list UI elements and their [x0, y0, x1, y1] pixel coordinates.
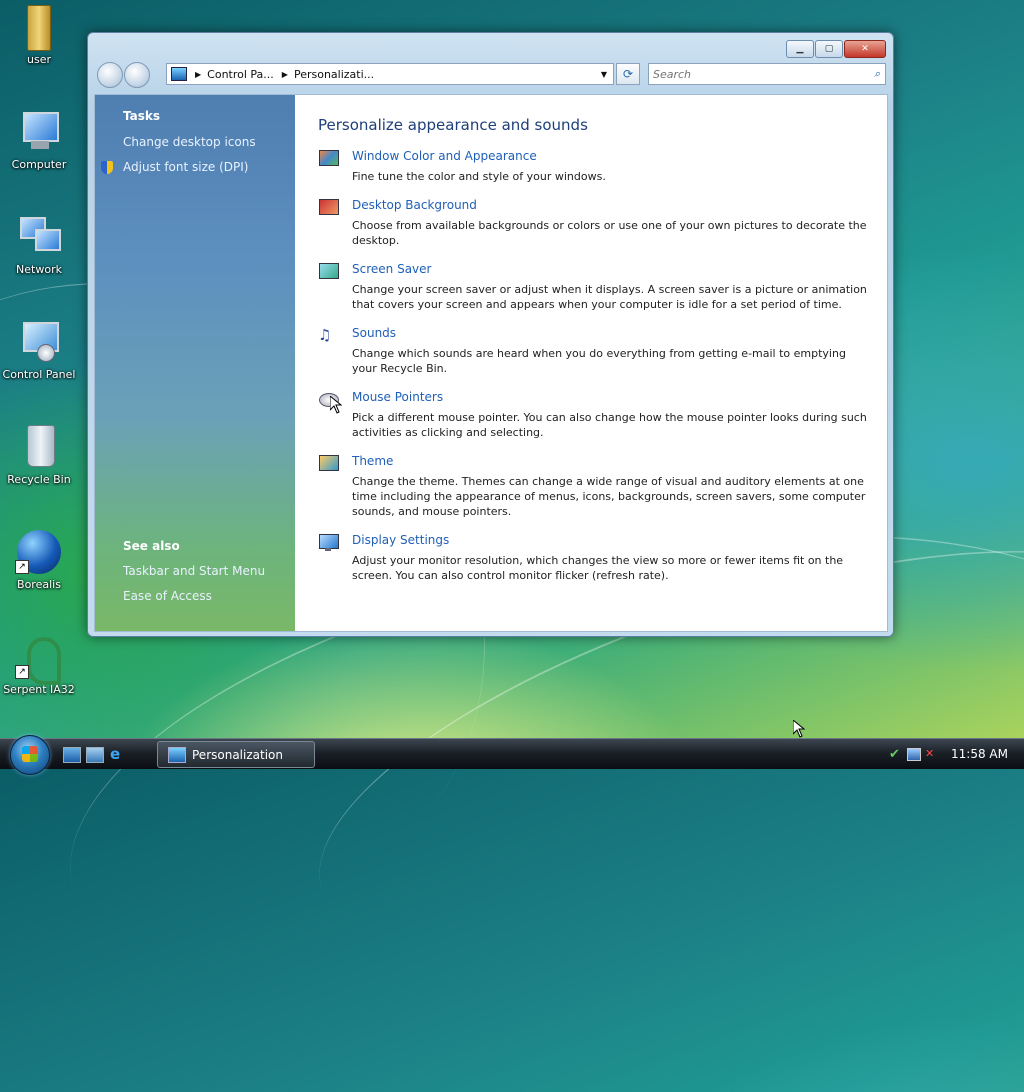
desktop-background-link[interactable]: Desktop Background: [352, 198, 477, 212]
clock[interactable]: 11:58 AM: [951, 747, 1008, 761]
personalization-window: ▁ ▢ ✕ ▶ Control Pa... ▶ Personalizati...…: [87, 32, 894, 637]
task-description: Change the theme. Themes can change a wi…: [352, 475, 866, 518]
desktop-icon-label: Borealis: [17, 578, 61, 591]
caption-buttons: ▁ ▢ ✕: [786, 40, 886, 58]
see-also-heading: See also: [123, 539, 180, 553]
internet-explorer-icon[interactable]: e: [110, 747, 126, 762]
close-button[interactable]: ✕: [844, 40, 886, 58]
screen-saver-icon: [318, 262, 340, 282]
minimize-button[interactable]: ▁: [786, 40, 814, 58]
screen-saver-link[interactable]: Screen Saver: [352, 262, 431, 276]
window-color-icon: [318, 149, 340, 169]
start-button[interactable]: [10, 735, 50, 775]
task-description: Change your screen saver or adjust when …: [352, 283, 867, 311]
task-description: Fine tune the color and style of your wi…: [352, 170, 606, 183]
task-description: Adjust your monitor resolution, which ch…: [352, 554, 844, 582]
mouse-cursor-icon: [793, 720, 805, 738]
desktop-background-icon: [318, 198, 340, 218]
search-box[interactable]: ⌕: [648, 63, 886, 85]
taskbar-button-personalization[interactable]: Personalization: [157, 741, 315, 768]
recycle-bin-icon: [17, 425, 61, 469]
breadcrumb-arrow-icon[interactable]: ▶: [195, 70, 201, 79]
page-title: Personalize appearance and sounds: [318, 116, 588, 134]
theme-icon: [318, 454, 340, 474]
breadcrumb-arrow-icon[interactable]: ▶: [282, 70, 288, 79]
switch-windows-icon[interactable]: [86, 747, 104, 763]
desktop-icon-label: Serpent IA32: [3, 683, 75, 696]
task-description: Pick a different mouse pointer. You can …: [352, 411, 867, 439]
network-icon: [17, 215, 61, 259]
change-desktop-icons-link[interactable]: Change desktop icons: [123, 135, 256, 149]
uac-shield-icon: [101, 161, 113, 174]
tasks-heading: Tasks: [123, 109, 161, 123]
refresh-button[interactable]: ⟳: [616, 63, 640, 85]
search-input[interactable]: [649, 66, 855, 82]
breadcrumb-personalization[interactable]: Personalizati...: [294, 68, 374, 81]
desktop-icon-user[interactable]: user: [0, 5, 78, 66]
chevron-down-icon[interactable]: ▼: [595, 70, 613, 79]
taskbar: e Personalization ✔ ✕ 11:58 AM: [0, 735, 1024, 775]
control-panel-icon: [17, 320, 61, 364]
desktop-icon-label: user: [27, 53, 51, 66]
adjust-font-size-label: Adjust font size (DPI): [123, 160, 249, 174]
theme-link[interactable]: Theme: [352, 454, 393, 468]
serpent-shortcut-icon: ↗: [15, 635, 61, 685]
maximize-button[interactable]: ▢: [815, 40, 843, 58]
show-desktop-icon[interactable]: [63, 747, 81, 763]
mouse-cursor-icon: [330, 396, 342, 414]
desktop-icon-borealis[interactable]: ↗ Borealis: [0, 530, 78, 591]
content-area: Tasks Change desktop icons Adjust font s…: [94, 94, 888, 632]
computer-icon: [17, 110, 61, 154]
volume-muted-icon[interactable]: ✕: [925, 747, 939, 761]
sounds-link[interactable]: Sounds: [352, 326, 396, 340]
desktop-icon-serpent[interactable]: ↗ Serpent IA32: [0, 635, 78, 696]
desktop-icon-control-panel[interactable]: Control Panel: [0, 320, 78, 381]
task-pane: Tasks Change desktop icons Adjust font s…: [95, 95, 295, 631]
security-tray-icon[interactable]: ✔: [889, 747, 903, 762]
maximize-icon: ▢: [824, 44, 834, 54]
breadcrumb-control-panel[interactable]: Control Pa...: [207, 68, 274, 81]
ease-of-access-link[interactable]: Ease of Access: [123, 589, 212, 603]
control-panel-icon: [168, 746, 186, 763]
desktop-icon-label: Control Panel: [2, 368, 76, 381]
desktop-icon-network[interactable]: Network: [0, 215, 78, 276]
close-icon: ✕: [861, 44, 869, 54]
display-settings-icon: [318, 533, 340, 553]
desktop-icon-label: Network: [16, 263, 62, 276]
address-bar[interactable]: ▶ Control Pa... ▶ Personalizati... ▼: [166, 63, 614, 85]
task-description: Choose from available backgrounds or col…: [352, 219, 867, 247]
desktop-icon-label: Recycle Bin: [7, 473, 71, 486]
sounds-icon: ♫: [318, 326, 332, 344]
task-description: Change which sounds are heard when you d…: [352, 347, 846, 375]
refresh-icon: ⟳: [622, 67, 634, 81]
minimize-icon: ▁: [796, 44, 804, 54]
adjust-font-size-link[interactable]: Adjust font size (DPI): [101, 160, 249, 174]
globe-shortcut-icon: ↗: [15, 530, 61, 574]
mouse-pointers-link[interactable]: Mouse Pointers: [352, 390, 443, 404]
taskbar-start-menu-link[interactable]: Taskbar and Start Menu: [123, 564, 265, 578]
window-color-link[interactable]: Window Color and Appearance: [352, 149, 537, 163]
windows-logo-icon: [22, 746, 38, 762]
network-tray-icon[interactable]: [907, 747, 921, 761]
system-tray: ✔ ✕ 11:58 AM: [889, 739, 1024, 769]
back-button[interactable]: [97, 62, 123, 88]
search-icon[interactable]: ⌕: [874, 67, 880, 81]
desktop-icon-label: Computer: [11, 158, 67, 171]
folder-icon: [17, 5, 61, 51]
display-settings-link[interactable]: Display Settings: [352, 533, 449, 547]
desktop-icon-recycle-bin[interactable]: Recycle Bin: [0, 425, 78, 486]
control-panel-icon: [171, 67, 187, 81]
forward-button[interactable]: [124, 62, 150, 88]
taskbar-button-label: Personalization: [192, 747, 283, 762]
desktop-icon-computer[interactable]: Computer: [0, 110, 78, 171]
